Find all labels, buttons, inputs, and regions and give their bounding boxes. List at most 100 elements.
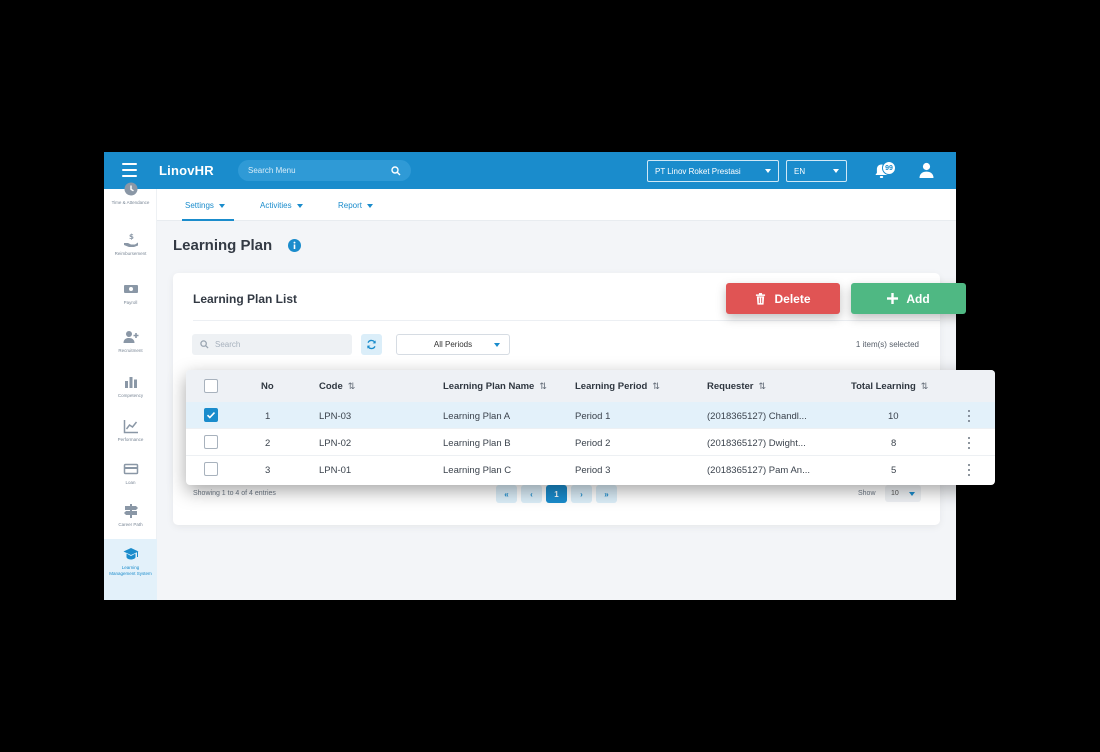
tab-settings[interactable]: Settings — [185, 201, 225, 210]
selected-count: 1 item(s) selected — [855, 340, 919, 349]
cell-total: 10 — [888, 411, 899, 422]
tab-activities[interactable]: Activities — [260, 201, 303, 210]
search-icon — [200, 340, 209, 349]
sidebar: Time & Attendance $ Reimbursement Payrol… — [104, 182, 157, 600]
sidebar-item-performance[interactable]: Performance — [104, 418, 157, 458]
user-icon[interactable] — [919, 162, 934, 178]
chevron-down-icon — [765, 169, 771, 173]
sidebar-item-loan[interactable]: Loan — [104, 461, 157, 501]
table-search[interactable] — [192, 334, 352, 355]
header-code[interactable]: Code ⇅ — [319, 381, 355, 392]
header-learning-plan-name[interactable]: Learning Plan Name ⇅ — [443, 381, 547, 392]
next-page-button[interactable]: › — [571, 485, 592, 503]
trend-chart-icon — [123, 420, 138, 434]
row-actions-icon[interactable] — [968, 464, 971, 476]
add-label: Add — [906, 291, 930, 306]
table-row[interactable]: 2 LPN-02 Learning Plan B Period 2 (20183… — [186, 429, 995, 456]
add-button[interactable]: Add — [851, 283, 966, 314]
row-actions-icon[interactable] — [968, 437, 971, 449]
learning-plan-table: No Code ⇅ Learning Plan Name ⇅ Learning Pe… — [186, 370, 995, 485]
company-select[interactable]: PT Linov Roket Prestasi — [647, 160, 779, 182]
sort-icon[interactable]: ⇅ — [921, 381, 929, 392]
user-plus-icon — [123, 331, 138, 343]
page-button[interactable]: 1 — [546, 485, 567, 503]
sidebar-item-career-path[interactable]: Career Path — [104, 503, 157, 543]
search-menu[interactable] — [238, 160, 411, 181]
page-size-select[interactable]: 10 — [885, 485, 921, 502]
show-label: Show — [858, 490, 876, 497]
sidebar-item-label: Performance — [117, 437, 144, 442]
cell-requester: (2018365127) Chandl... — [707, 411, 807, 422]
cell-no: 3 — [265, 465, 271, 476]
pagination: « ‹ 1 › » — [496, 485, 617, 503]
cell-no: 2 — [265, 438, 271, 449]
table-row[interactable]: 3 LPN-01 Learning Plan C Period 3 (20183… — [186, 456, 995, 483]
header-total-learning[interactable]: Total Learning ⇅ — [851, 381, 928, 392]
search-input[interactable] — [215, 340, 344, 349]
chevron-down-icon — [909, 491, 915, 496]
cell-code: LPN-01 — [319, 465, 352, 476]
cell-period: Period 3 — [575, 465, 611, 476]
period-filter-select[interactable]: All Periods — [396, 334, 510, 355]
header-requester[interactable]: Requester ⇅ — [707, 381, 766, 392]
cell-name: Learning Plan A — [443, 411, 511, 422]
info-icon[interactable] — [288, 239, 301, 252]
sidebar-item-learning-management-system[interactable]: Learning Management System — [104, 539, 157, 600]
cell-name: Learning Plan B — [443, 438, 511, 449]
divider — [193, 320, 940, 321]
trash-icon — [756, 292, 766, 305]
money-hand-icon: $ — [123, 233, 138, 247]
cell-code: LPN-02 — [319, 438, 352, 449]
row-checkbox[interactable] — [204, 462, 218, 476]
notification-badge: 99 — [882, 161, 896, 175]
row-checkbox[interactable] — [204, 435, 218, 449]
sidebar-item-label: Reimbursement — [114, 251, 147, 256]
card-title: Learning Plan List — [193, 292, 298, 306]
header-learning-period[interactable]: Learning Period ⇅ — [575, 381, 660, 392]
refresh-button[interactable] — [361, 334, 382, 355]
bar-chart-icon — [124, 377, 137, 388]
sort-icon[interactable]: ⇅ — [758, 381, 766, 392]
sidebar-item-reimbursement[interactable]: $ Reimbursement — [104, 232, 157, 272]
select-all-checkbox[interactable] — [204, 379, 218, 393]
tab-report[interactable]: Report — [338, 201, 374, 210]
sidebar-item-label: Recruitment — [118, 348, 143, 353]
sidebar-item-label: Loan — [125, 480, 136, 485]
check-icon — [206, 412, 216, 419]
row-checkbox[interactable] — [204, 408, 218, 422]
cell-name: Learning Plan C — [443, 465, 512, 476]
delete-label: Delete — [774, 291, 811, 306]
sidebar-item-label: Time & Attendance — [111, 200, 150, 205]
page-title: Learning Plan — [173, 237, 273, 254]
entries-info: Showing 1 to 4 of 4 entries — [193, 490, 276, 497]
cell-no: 1 — [265, 411, 271, 422]
chevron-down-icon — [367, 203, 374, 208]
delete-button[interactable]: Delete — [726, 283, 840, 314]
search-menu-input[interactable] — [248, 166, 391, 175]
first-page-button[interactable]: « — [496, 485, 517, 503]
row-actions-icon[interactable] — [968, 410, 971, 422]
menu-icon[interactable] — [122, 163, 137, 177]
sidebar-item-label: Competency — [117, 393, 144, 398]
sidebar-item-competency[interactable]: Competency — [104, 374, 157, 414]
language-select[interactable]: EN — [786, 160, 847, 182]
table-row[interactable]: 1 LPN-03 Learning Plan A Period 1 (20183… — [186, 402, 995, 429]
tab-label: Report — [338, 201, 363, 210]
company-name: PT Linov Roket Prestasi — [655, 166, 741, 176]
sort-icon[interactable]: ⇅ — [348, 381, 356, 392]
prev-page-button[interactable]: ‹ — [521, 485, 542, 503]
sort-icon[interactable]: ⇅ — [539, 381, 547, 392]
sort-icon[interactable]: ⇅ — [652, 381, 660, 392]
svg-text:$: $ — [129, 233, 134, 241]
sidebar-item-time-attendance[interactable]: Time & Attendance — [104, 181, 157, 221]
cell-requester: (2018365127) Dwight... — [707, 438, 806, 449]
sidebar-item-recruitment[interactable]: Recruitment — [104, 329, 157, 369]
graduation-cap-icon — [123, 548, 138, 560]
app-logo: LinovHR — [159, 163, 214, 178]
sub-nav: Settings Activities Report — [157, 189, 956, 221]
last-page-button[interactable]: » — [596, 485, 617, 503]
cell-period: Period 2 — [575, 438, 611, 449]
search-icon — [391, 165, 401, 175]
sidebar-item-payroll[interactable]: Payroll — [104, 281, 157, 321]
chevron-down-icon — [296, 203, 303, 208]
